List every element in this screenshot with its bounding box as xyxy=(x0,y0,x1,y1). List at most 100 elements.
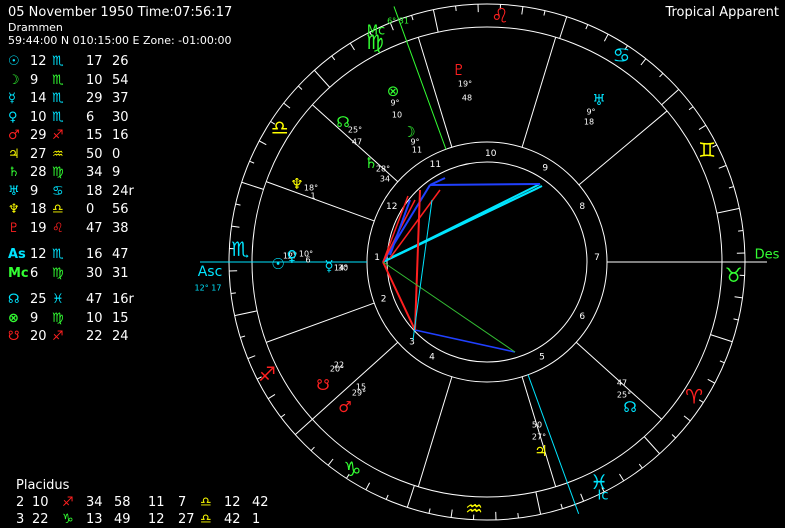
chart-planet-glyph: ☿ xyxy=(324,257,333,275)
sign-boundary xyxy=(717,208,739,213)
degree-tick xyxy=(456,6,457,11)
degree-tick xyxy=(240,336,245,337)
chart-planet-minute: 47 xyxy=(617,379,627,388)
degree-tick xyxy=(672,435,676,438)
degree-tick xyxy=(350,43,354,50)
degree-tick xyxy=(734,319,739,320)
chart-planet-degree: 9° xyxy=(586,108,595,117)
zodiac-sign-glyph: ♊ xyxy=(698,138,716,162)
chart-planet-glyph: ⊗ xyxy=(387,82,400,100)
degree-tick xyxy=(281,414,285,417)
degree-tick xyxy=(268,394,275,398)
chart-planet-glyph: ♆ xyxy=(290,175,303,193)
chart-planet-degree: 27° xyxy=(532,433,546,442)
degree-tick xyxy=(699,125,706,129)
degree-tick xyxy=(719,165,726,168)
aspect-line xyxy=(413,200,432,340)
degree-tick xyxy=(231,293,236,294)
chart-planet-minute: 22 xyxy=(334,361,344,370)
chart-planet-degree: 28° xyxy=(376,165,390,174)
degree-tick xyxy=(250,161,255,163)
asc-position: 12° 17 xyxy=(195,284,222,293)
sign-boundary xyxy=(407,485,414,507)
chart-planet-minute: 11 xyxy=(412,146,422,155)
chart-planet-glyph: ♂ xyxy=(338,398,351,416)
degree-tick xyxy=(522,7,523,15)
chart-planet-degree: 9° xyxy=(390,99,399,108)
zodiac-sign-glyph: ♈ xyxy=(685,385,703,409)
chart-planet-minute: 34 xyxy=(380,175,390,184)
degree-tick xyxy=(451,510,452,518)
chart-planet-minute: 1 xyxy=(310,192,315,201)
aspect-line xyxy=(390,188,538,258)
house-number: 1 xyxy=(374,253,380,263)
degree-tick xyxy=(586,25,588,30)
degree-tick xyxy=(738,231,743,232)
house-cusp-line xyxy=(266,303,374,342)
house-number: 3 xyxy=(409,337,415,347)
house-number: 4 xyxy=(429,352,435,362)
house-number: 2 xyxy=(381,295,387,305)
des-label: Des xyxy=(755,248,780,263)
sign-boundary xyxy=(536,492,541,514)
sign-boundary xyxy=(644,437,659,454)
sign-boundary xyxy=(295,419,312,434)
house-number: 7 xyxy=(594,253,600,263)
sign-boundary xyxy=(242,182,264,189)
aspect-line xyxy=(383,262,415,330)
sign-boundary xyxy=(662,89,679,104)
chart-planet-glyph: ♃ xyxy=(534,442,547,460)
degree-tick xyxy=(720,361,725,363)
mc-position: 6° 31 xyxy=(387,17,409,26)
degree-tick xyxy=(641,59,646,65)
zodiac-sign-glyph: ♌ xyxy=(491,3,509,27)
degree-tick xyxy=(604,34,608,41)
house-number: 9 xyxy=(542,164,548,174)
sign-boundary xyxy=(560,17,567,39)
house-cusp-line xyxy=(418,37,452,147)
degree-tick xyxy=(332,56,335,60)
house-cusp-line xyxy=(522,37,556,147)
degree-tick xyxy=(660,73,663,77)
chart-planet-minute: 47 xyxy=(352,138,362,147)
zodiac-sign-glyph: ♎ xyxy=(271,115,289,139)
chart-wheel: ♌♋♊♉♈♓♒♑♐♏♎♍123456789101112Mc6° 31IcAsc1… xyxy=(0,0,785,527)
sign-boundary xyxy=(710,335,732,342)
degree-tick xyxy=(639,464,642,468)
degree-tick xyxy=(429,509,430,514)
mc-label: Mc xyxy=(367,24,385,39)
degree-tick xyxy=(729,187,734,188)
chart-planet-minute: 18 xyxy=(584,118,594,127)
zodiac-sign-glyph: ♉ xyxy=(725,263,743,287)
asc-label: Asc xyxy=(198,264,223,280)
house-number: 6 xyxy=(579,312,585,322)
degree-tick xyxy=(544,11,545,16)
degree-tick xyxy=(328,459,333,465)
chart-planet-minute: 48 xyxy=(462,94,472,103)
degree-tick xyxy=(232,226,240,227)
chart-planet-glyph: ♅ xyxy=(592,91,605,109)
house-number: 8 xyxy=(579,202,585,212)
zodiac-sign-glyph: ♋ xyxy=(613,43,631,67)
zodiac-sign-glyph: ♑ xyxy=(344,457,362,481)
chart-planet-minute: 15 xyxy=(356,383,366,392)
degree-tick xyxy=(412,15,413,20)
degree-tick xyxy=(298,86,302,89)
chart-planet-minute: 30 xyxy=(338,264,348,273)
house-number: 12 xyxy=(386,202,397,212)
house-number: 5 xyxy=(539,352,545,362)
chart-planet-glyph: ♇ xyxy=(452,61,465,79)
house-cusp-line xyxy=(266,182,374,221)
degree-tick xyxy=(311,447,314,451)
degree-tick xyxy=(236,204,241,205)
ic-label: Ic xyxy=(598,489,609,504)
degree-tick xyxy=(619,474,623,481)
degree-tick xyxy=(684,416,690,421)
house-number: 10 xyxy=(485,149,497,159)
aspect-line xyxy=(415,330,515,352)
degree-tick xyxy=(259,141,266,145)
zodiac-sign-glyph: ♒ xyxy=(465,497,483,521)
chart-planet-degree: 25° xyxy=(617,391,631,400)
degree-tick xyxy=(561,504,562,509)
aspect-line xyxy=(430,184,540,185)
